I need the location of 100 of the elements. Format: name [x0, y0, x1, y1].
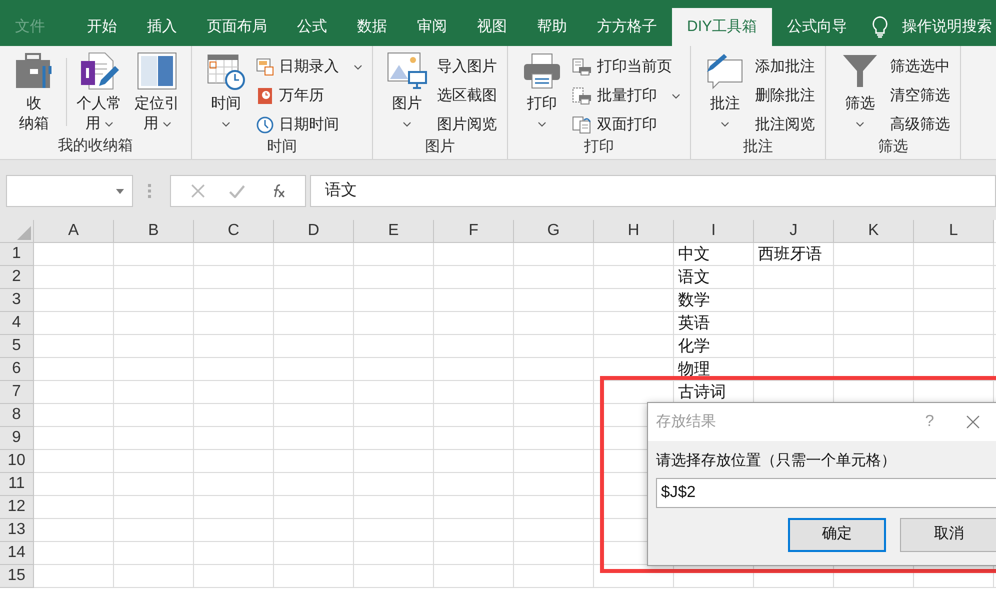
ribbon-tab[interactable]: 公式向导: [772, 8, 862, 46]
row-header[interactable]: 3: [0, 289, 34, 312]
ribbon-button[interactable]: 清空筛选: [890, 85, 950, 107]
table-cell-text: 化学: [677, 336, 711, 356]
dialog-button[interactable]: 取消: [900, 518, 996, 552]
table-cell-text: 语文: [677, 268, 711, 288]
ribbon-tab[interactable]: 方方格子: [582, 8, 672, 46]
button-label: 用: [86, 114, 100, 134]
ribbon-button[interactable]: 导入图片: [437, 56, 497, 78]
column-header[interactable]: H: [594, 220, 674, 243]
printer-page-icon: [572, 58, 592, 76]
table-cell-text: 数学: [677, 290, 711, 310]
column-header[interactable]: F: [434, 220, 514, 243]
row-header[interactable]: 2: [0, 266, 34, 289]
table-cell-text: 物理: [677, 360, 711, 380]
column-header[interactable]: I: [674, 220, 754, 243]
ribbon-tab[interactable]: DIY工具箱: [672, 8, 772, 46]
row-header[interactable]: 13: [0, 519, 34, 542]
column-header[interactable]: K: [834, 220, 914, 243]
chevron-down-icon[interactable]: [538, 122, 546, 126]
ribbon-tab[interactable]: 插入: [132, 8, 192, 46]
ribbon-button[interactable]: 日期时间: [256, 114, 362, 136]
ribbon-button[interactable]: 图片阅览: [437, 114, 497, 136]
dialog-button[interactable]: 确定: [788, 518, 886, 552]
row-header[interactable]: 10: [0, 450, 34, 473]
button-label: 个人常: [76, 94, 122, 114]
row-header[interactable]: 11: [0, 473, 34, 496]
row-header[interactable]: 1: [0, 243, 34, 266]
column-header[interactable]: L: [914, 220, 994, 243]
close-icon[interactable]: [966, 415, 980, 429]
row-header[interactable]: 9: [0, 427, 34, 450]
tell-me-search[interactable]: 操作说明搜索: [902, 16, 992, 38]
chevron-down-icon[interactable]: [403, 122, 411, 126]
input-field[interactable]: $J$2: [656, 478, 996, 508]
button-label: 打印: [527, 94, 557, 114]
row-header[interactable]: 15: [0, 565, 34, 588]
printer-icon: [522, 52, 562, 90]
button-label: 筛选: [845, 94, 875, 114]
ribbon-button[interactable]: 万年历: [256, 85, 362, 107]
column-header[interactable]: D: [274, 220, 354, 243]
column-header[interactable]: A: [34, 220, 114, 243]
formula-field[interactable]: 语文: [310, 175, 996, 207]
column-header[interactable]: B: [114, 220, 194, 243]
ribbon-tab[interactable]: 页面布局: [192, 8, 282, 46]
ribbon-button[interactable]: 高级筛选: [890, 114, 950, 136]
column-header[interactable]: E: [354, 220, 434, 243]
ribbon-button[interactable]: 打印当前页: [572, 56, 680, 78]
ribbon-button[interactable]: 打印: [514, 52, 570, 136]
ribbon-button[interactable]: 删除批注: [755, 85, 815, 107]
button-label: 定位引: [134, 94, 180, 114]
ribbon-button[interactable]: 选区截图: [437, 85, 497, 107]
ribbon-button[interactable]: 定位引 用: [129, 52, 185, 135]
ribbon-button[interactable]: 收 纳箱: [6, 52, 62, 135]
row-header[interactable]: 14: [0, 542, 34, 565]
row-header[interactable]: 5: [0, 335, 34, 358]
button-label: 批注: [710, 94, 740, 114]
chevron-down-icon[interactable]: [354, 64, 362, 70]
chevron-down-icon[interactable]: [721, 122, 729, 126]
ribbon-button[interactable]: 批注阅览: [755, 114, 815, 136]
row-header[interactable]: 7: [0, 381, 34, 404]
chevron-down-icon[interactable]: [162, 122, 170, 126]
chevron-down-icon[interactable]: [104, 122, 112, 126]
lightbulb-icon[interactable]: [872, 16, 888, 38]
ribbon-button[interactable]: 筛选选中: [890, 56, 950, 78]
checkmark-icon[interactable]: [229, 184, 245, 198]
ribbon-tab[interactable]: 审阅: [402, 8, 462, 46]
ribbon-tab[interactable]: 视图: [462, 8, 522, 46]
row-header[interactable]: 6: [0, 358, 34, 381]
split-panel-icon: [137, 52, 177, 90]
ribbon-button[interactable]: 批注: [697, 52, 753, 136]
ribbon-button[interactable]: 图片: [379, 52, 435, 136]
chevron-down-icon[interactable]: [856, 122, 864, 126]
filter-icon: [840, 52, 880, 90]
ribbon-button[interactable]: 批量打印: [572, 85, 680, 107]
chevron-down-icon[interactable]: [672, 94, 680, 98]
row-header[interactable]: 4: [0, 312, 34, 335]
duplex-pages-icon: [572, 116, 592, 134]
column-header[interactable]: C: [194, 220, 274, 243]
ribbon-button[interactable]: 时间: [198, 52, 254, 136]
button-label: 图片: [392, 94, 422, 114]
table-cell-text: 中文: [677, 244, 711, 264]
ribbon-tab[interactable]: 公式: [282, 8, 342, 46]
table-cell-text: 西班牙语: [757, 244, 823, 264]
group-label: 打印: [584, 137, 614, 157]
ribbon-tab[interactable]: 数据: [342, 8, 402, 46]
ribbon-button[interactable]: 双面打印: [572, 114, 680, 136]
column-header[interactable]: G: [514, 220, 594, 243]
ribbon-button[interactable]: 日期录入: [256, 56, 362, 78]
ribbon-button[interactable]: 筛选: [832, 52, 888, 136]
ribbon-tab[interactable]: 开始: [72, 8, 132, 46]
row-header[interactable]: 12: [0, 496, 34, 519]
ribbon-button[interactable]: 个人常 用: [71, 52, 127, 135]
prompt-label: 请选择存放位置（只需一个单元格）: [656, 451, 897, 471]
column-header[interactable]: J: [754, 220, 834, 243]
ribbon-tab[interactable]: 帮助: [522, 8, 582, 46]
group-label: 我的收纳箱: [58, 136, 133, 156]
chevron-down-icon[interactable]: [222, 122, 230, 126]
group-label: 时间: [267, 137, 297, 157]
row-header[interactable]: 8: [0, 404, 34, 427]
ribbon-button[interactable]: 添加批注: [755, 56, 815, 78]
